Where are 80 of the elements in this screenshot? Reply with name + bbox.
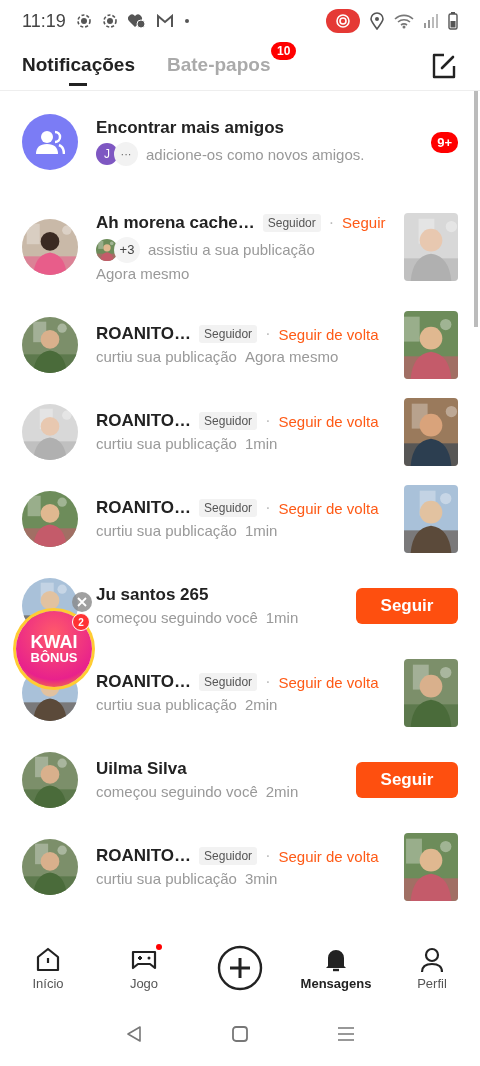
- user-name: ROANITO…: [96, 672, 192, 692]
- status-time: 11:19: [22, 10, 66, 32]
- activity-text: curtiu sua publicação: [96, 870, 237, 887]
- follow-link[interactable]: Seguir de volta: [278, 412, 379, 430]
- row-subtitle: adicione-os como novos amigos.: [146, 145, 365, 163]
- separator-dot: ·: [265, 673, 271, 691]
- tab[interactable]: Bate-papos: [167, 45, 271, 87]
- separator-dot: ·: [265, 847, 271, 865]
- mail-icon: [155, 14, 174, 28]
- record-icon: [75, 13, 92, 29]
- nav-tab[interactable]: Início: [0, 945, 96, 991]
- activity-time: 2min: [244, 696, 278, 713]
- friends-icon[interactable]: [22, 114, 78, 170]
- follower-tag: Seguidor: [199, 847, 258, 865]
- user-name: Ju santos 265: [96, 585, 209, 605]
- user-name: ROANITO…: [96, 324, 192, 344]
- battery-icon: [448, 12, 458, 30]
- signal-icon: [424, 14, 438, 28]
- dot-icon: [183, 18, 190, 24]
- bonus-subtitle: BÔNUS: [30, 650, 78, 666]
- activity-text: começou seguindo você: [96, 783, 258, 800]
- back-icon[interactable]: [124, 1025, 143, 1043]
- home-icon: [34, 945, 62, 974]
- activity-text: curtiu sua publicação: [96, 522, 237, 539]
- count-badge: 9+: [431, 131, 458, 153]
- bonus-badge[interactable]: KWAI BÔNUS 2: [16, 611, 92, 687]
- follower-tag: Seguidor: [199, 673, 258, 691]
- activity-time: Agora mesmo: [96, 264, 190, 282]
- activity-time: 2min: [265, 783, 299, 800]
- hearts-icon: [127, 13, 146, 29]
- activity-text: começou seguindo você: [96, 609, 258, 626]
- follow-button[interactable]: Seguir: [356, 587, 458, 624]
- bonus-title: KWAI: [30, 632, 78, 651]
- row-title: Encontrar mais amigos: [96, 118, 284, 138]
- nav-tab[interactable]: Jogo: [96, 945, 192, 991]
- separator-dot: ·: [265, 412, 271, 430]
- activity-time: Agora mesmo: [244, 348, 339, 365]
- avatar-initial: J: [96, 143, 118, 165]
- separator-dot: ·: [265, 325, 271, 343]
- activity-time: 1min: [265, 609, 299, 626]
- user-name: ROANITO…: [96, 411, 192, 431]
- menu-icon[interactable]: [337, 1026, 356, 1042]
- follow-link[interactable]: Seguir de volta: [278, 325, 379, 343]
- user-name: Uilma Silva: [96, 759, 187, 779]
- unread-badge: 10: [271, 41, 297, 60]
- separator-dot: ·: [328, 213, 335, 232]
- follower-tag: Seguidor: [262, 213, 321, 232]
- extra-count: +3: [114, 236, 140, 263]
- follower-tag: Seguidor: [199, 412, 258, 430]
- user-name: ROANITO…: [96, 498, 192, 518]
- follow-link[interactable]: Seguir de volta: [278, 847, 379, 865]
- activity-time: 1min: [244, 522, 278, 539]
- user-name: Ah morena cache…: [96, 212, 255, 233]
- home-icon[interactable]: [232, 1026, 248, 1042]
- nav-tab[interactable]: Perfil: [384, 945, 480, 991]
- nav-tab[interactable]: Mensagens: [288, 945, 384, 991]
- activity-text: curtiu sua publicação: [96, 435, 237, 452]
- close-icon[interactable]: [72, 592, 92, 612]
- follower-tag: Seguidor: [199, 499, 258, 517]
- follow-link[interactable]: Seguir de volta: [278, 499, 379, 517]
- bonus-count: 2: [72, 613, 90, 631]
- activity-time: 1min: [244, 435, 278, 452]
- person-icon: [418, 945, 446, 974]
- compose-icon[interactable]: [430, 52, 458, 80]
- follow-button[interactable]: Seguir: [356, 761, 458, 798]
- tab[interactable]: Notificações: [22, 45, 135, 87]
- record-icon: [101, 13, 118, 29]
- follow-link[interactable]: Seguir de volta: [278, 673, 379, 691]
- separator-dot: ·: [265, 499, 271, 517]
- location-icon: [370, 12, 384, 30]
- activity-text: curtiu sua publicação: [96, 696, 237, 713]
- follow-link[interactable]: Seguir: [342, 214, 386, 231]
- more-chip: ···: [114, 142, 138, 166]
- follower-tag: Seguidor: [199, 325, 258, 343]
- wifi-icon: [394, 13, 414, 29]
- activity-time: 3min: [244, 870, 278, 887]
- activity-text: curtiu sua publicação: [96, 348, 237, 365]
- recording-icon: [326, 9, 360, 33]
- activity-text: assistiu a sua publicação: [148, 241, 315, 258]
- user-name: ROANITO…: [96, 846, 192, 866]
